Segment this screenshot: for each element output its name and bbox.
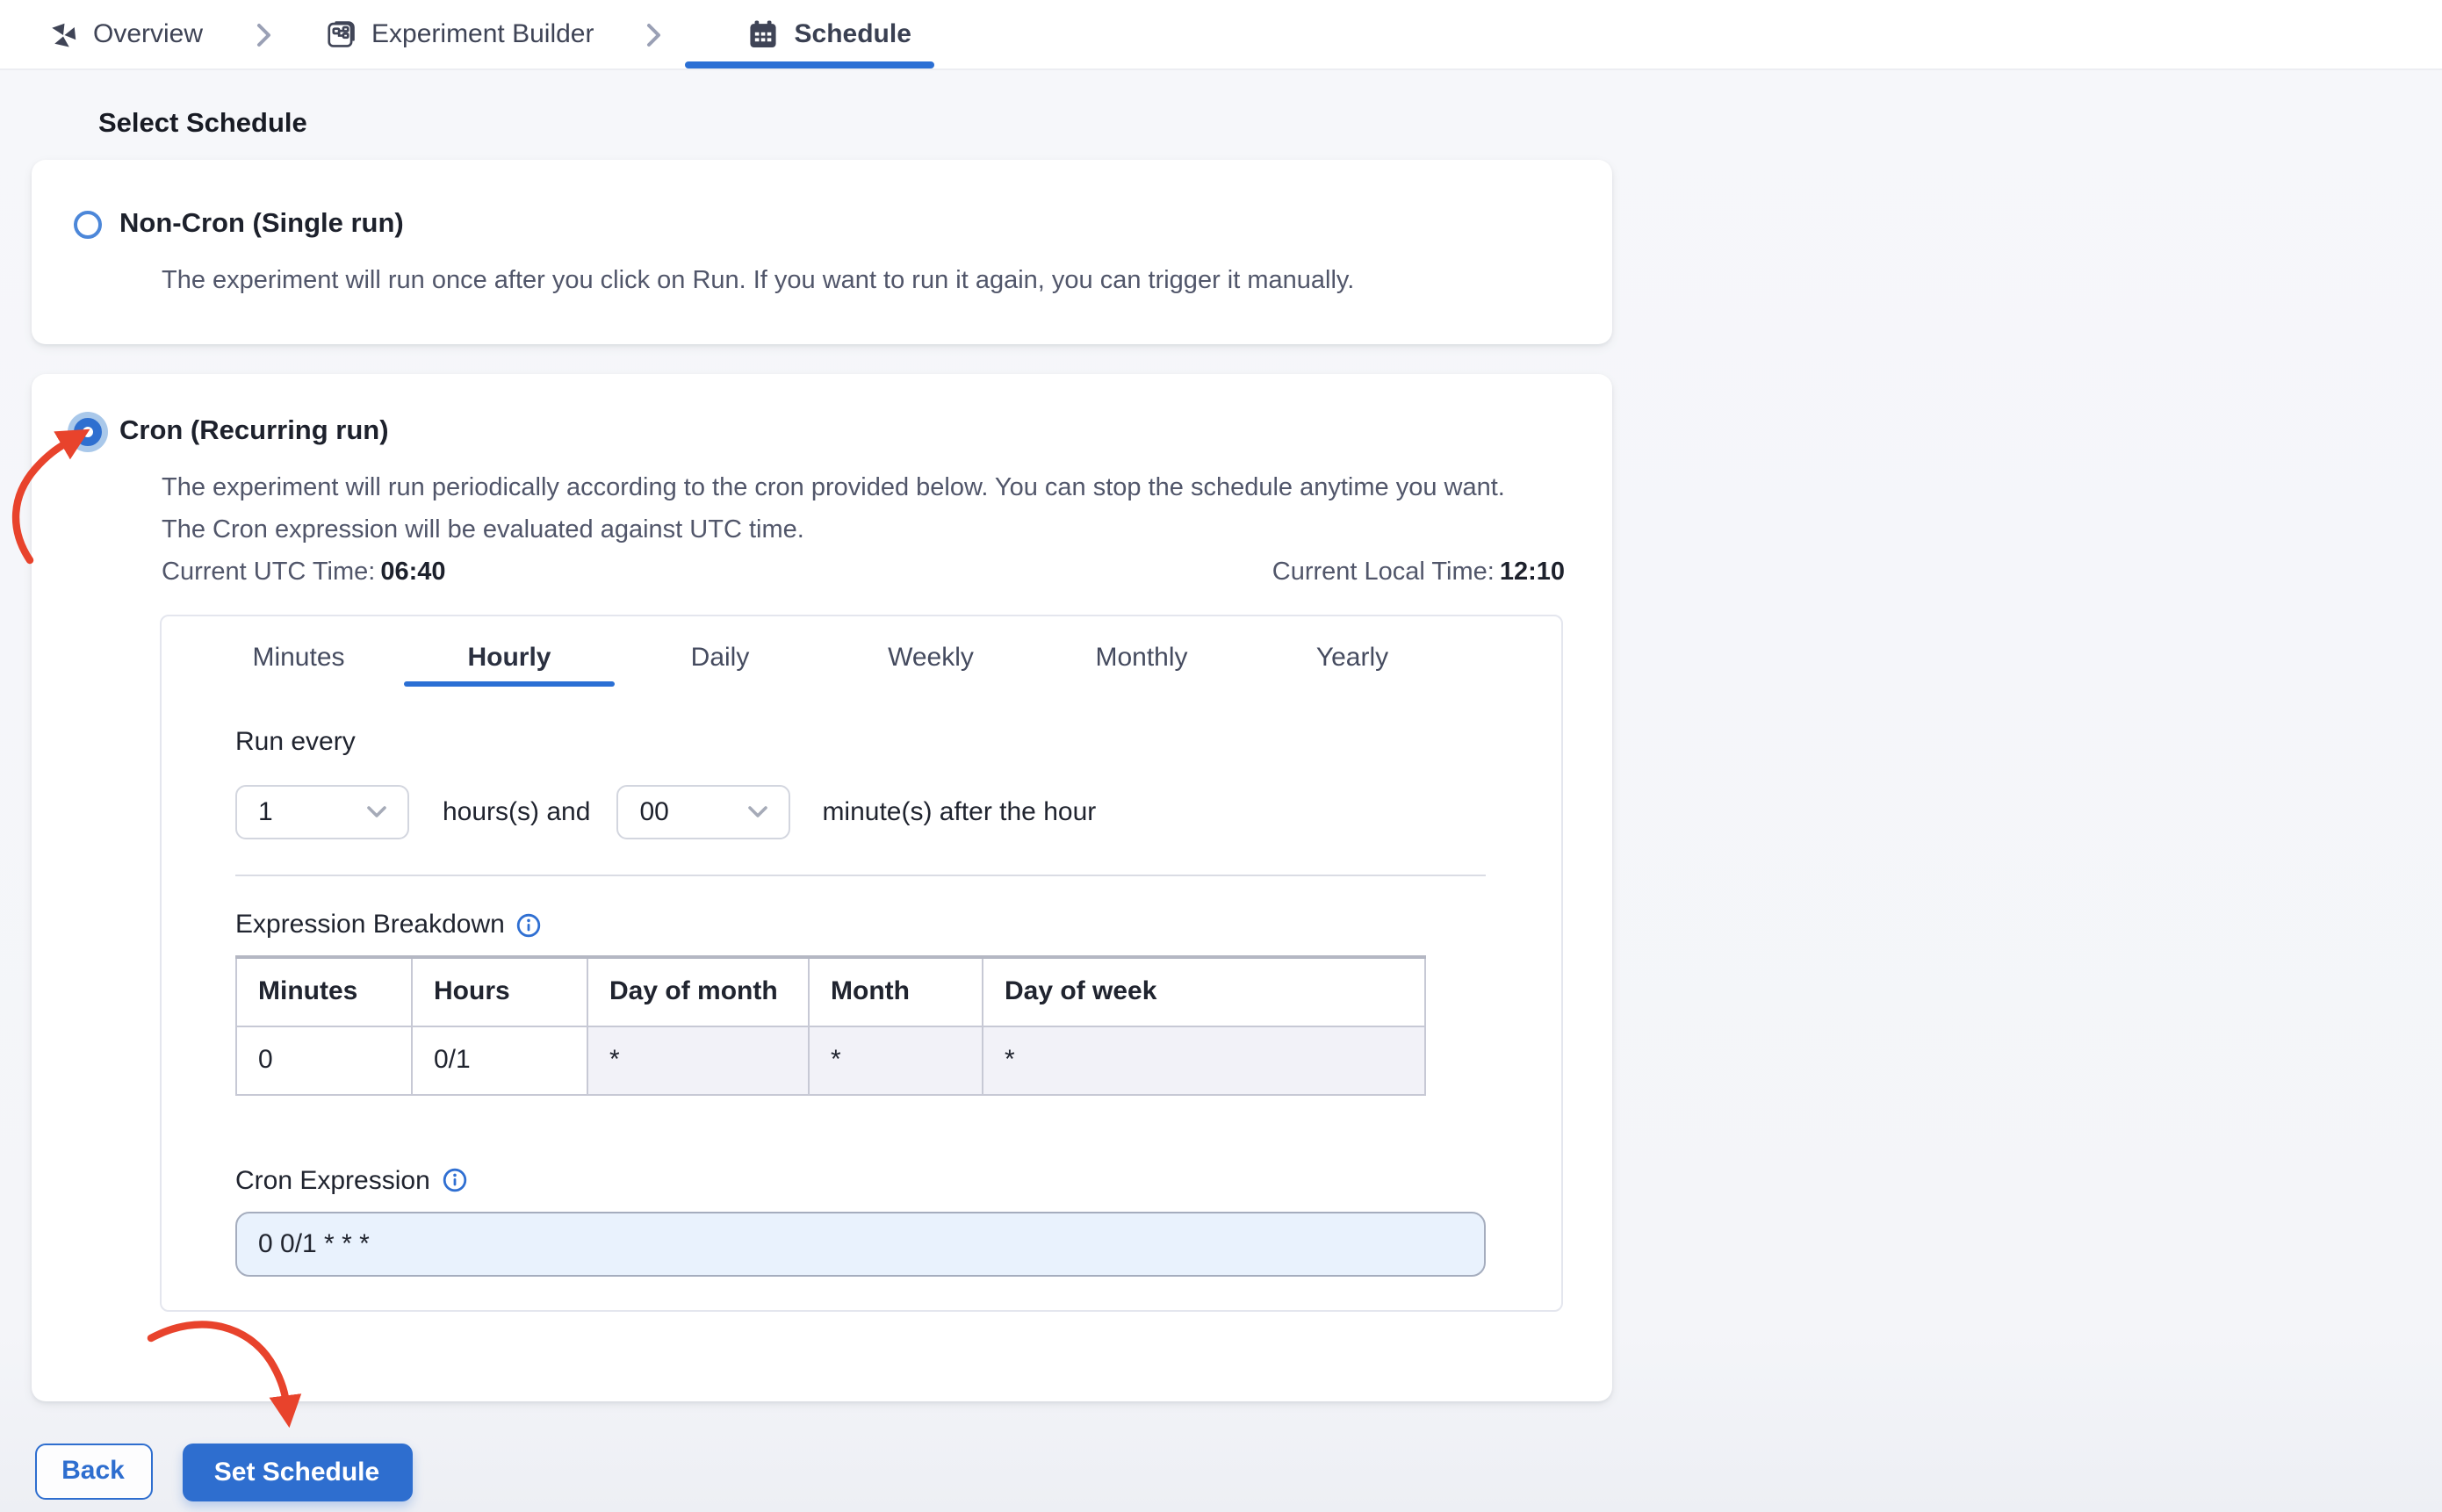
non-cron-description: The experiment will run once after you c… bbox=[162, 267, 1355, 295]
table-header-cell: Month bbox=[808, 956, 983, 1026]
table-header-row: Minutes Hours Day of month Month Day of week bbox=[235, 956, 1426, 1026]
cron-expression-input[interactable]: 0 0/1 * * * bbox=[235, 1211, 1486, 1276]
tab-weekly[interactable]: Weekly bbox=[825, 643, 1036, 687]
local-time-value: 12:10 bbox=[1499, 558, 1565, 587]
breadcrumb-label: Experiment Builder bbox=[371, 19, 594, 49]
table-cell: 0/1 bbox=[411, 1025, 588, 1095]
table-header-cell: Day of week bbox=[982, 956, 1426, 1026]
table-cell: * bbox=[982, 1025, 1426, 1095]
tab-yearly[interactable]: Yearly bbox=[1247, 643, 1458, 687]
chevron-right-icon bbox=[256, 22, 271, 47]
hours-select[interactable]: 1 bbox=[235, 785, 409, 839]
table-cell: * bbox=[808, 1025, 983, 1095]
cron-frequency-tabs: Minutes Hourly Daily Weekly Monthly Yearly bbox=[161, 616, 1560, 687]
cron-option-card: Cron (Recurring run) The experiment will… bbox=[32, 374, 1612, 1400]
section-divider bbox=[235, 875, 1486, 876]
cron-builder-panel: Minutes Hourly Daily Weekly Monthly Yearly Ru… bbox=[159, 615, 1562, 1311]
active-tab-underline bbox=[685, 61, 934, 68]
cron-expression-label: Cron Expression bbox=[235, 1165, 1560, 1195]
breadcrumb-item-schedule[interactable]: Schedule bbox=[747, 18, 911, 51]
schedule-page: Overview Experiment Builder Schedule Sel… bbox=[0, 0, 2442, 1512]
utc-time-value: 06:40 bbox=[380, 558, 446, 587]
expression-breakdown-label: Expression Breakdown bbox=[235, 910, 1560, 940]
back-button[interactable]: Back bbox=[34, 1443, 152, 1499]
minutes-select[interactable]: 00 bbox=[616, 785, 791, 839]
non-cron-title: Non-Cron (Single run) bbox=[119, 209, 404, 239]
non-cron-radio[interactable] bbox=[74, 211, 102, 239]
current-utc-time: Current UTC Time: 06:40 bbox=[162, 558, 446, 587]
tab-daily[interactable]: Daily bbox=[615, 643, 825, 687]
breadcrumb-item-experiment-builder[interactable]: Experiment Builder bbox=[324, 18, 594, 51]
cron-description-2: The Cron expression will be evaluated ag… bbox=[162, 516, 804, 544]
tab-hourly[interactable]: Hourly bbox=[404, 643, 615, 687]
breadcrumb-label: Schedule bbox=[794, 19, 911, 49]
hours-select-value: 1 bbox=[258, 797, 273, 827]
minutes-select-value: 00 bbox=[639, 797, 669, 827]
chevron-down-icon bbox=[367, 806, 386, 818]
cron-expression-value: 0 0/1 * * * bbox=[258, 1228, 370, 1258]
table-cell: 0 bbox=[235, 1025, 413, 1095]
breadcrumb-label: Overview bbox=[93, 19, 204, 49]
breadcrumb-item-overview[interactable]: Overview bbox=[47, 18, 203, 50]
table-row: 0 0/1 * * * bbox=[235, 1025, 1426, 1095]
expression-breakdown-table: Minutes Hours Day of month Month Day of week… bbox=[235, 955, 1426, 1095]
chevron-right-icon bbox=[647, 22, 663, 47]
tab-minutes[interactable]: Minutes bbox=[193, 643, 404, 687]
non-cron-option-card[interactable]: Non-Cron (Single run) The experiment wil… bbox=[32, 160, 1612, 344]
page-title: Select Schedule bbox=[98, 109, 307, 139]
cron-title: Cron (Recurring run) bbox=[119, 416, 389, 446]
chevron-down-icon bbox=[748, 806, 768, 818]
table-header-cell: Hours bbox=[411, 956, 588, 1026]
run-every-label: Run every bbox=[235, 727, 356, 757]
breadcrumb: Overview Experiment Builder Schedule bbox=[0, 0, 2442, 70]
cron-radio[interactable] bbox=[74, 418, 102, 446]
current-local-time: Current Local Time: 12:10 bbox=[1271, 558, 1565, 587]
info-icon[interactable] bbox=[517, 912, 542, 937]
set-schedule-button[interactable]: Set Schedule bbox=[182, 1443, 412, 1501]
tab-monthly[interactable]: Monthly bbox=[1036, 643, 1247, 687]
table-header-cell: Day of month bbox=[587, 956, 810, 1026]
minutes-suffix-label: minute(s) after the hour bbox=[822, 797, 1097, 827]
calendar-icon bbox=[747, 18, 781, 51]
overview-pinwheel-icon bbox=[47, 18, 79, 50]
cron-description-1: The experiment will run periodically acc… bbox=[162, 474, 1505, 502]
info-icon[interactable] bbox=[443, 1168, 467, 1192]
experiment-builder-icon bbox=[324, 18, 357, 51]
hours-suffix-label: hours(s) and bbox=[443, 797, 591, 827]
table-cell: * bbox=[587, 1025, 810, 1095]
table-header-cell: Minutes bbox=[235, 956, 413, 1026]
